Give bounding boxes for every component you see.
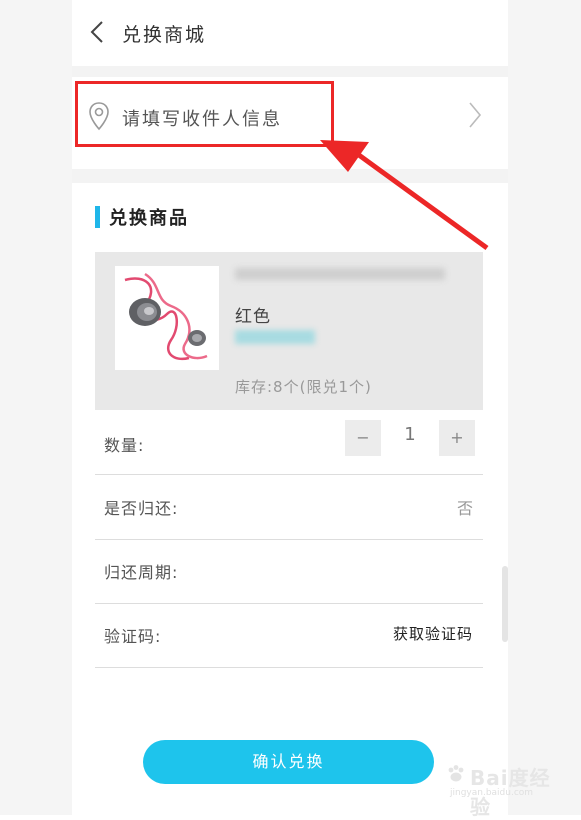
section-title: 兑换商品 [109,208,189,229]
quantity-value: 1 [404,424,416,445]
address-placeholder: 请填写收件人信息 [122,109,282,130]
return-period-row[interactable]: 归还周期: [95,539,483,604]
product-image [115,266,219,370]
return-period-label: 归还周期: [104,563,179,582]
scrollbar[interactable] [502,566,508,642]
product-card: 红色 库存:8个(限兑1个) [95,252,483,410]
verification-code-row: 验证码: 获取验证码 [95,603,483,668]
chevron-left-icon[interactable] [88,20,108,44]
right-margin [508,0,581,815]
watermark: Bai度经验 jingyan.baidu.com [446,762,556,819]
product-color: 红色 [235,307,271,327]
return-row: 是否归还: 否 [95,475,483,540]
section-title-bar [95,206,100,228]
get-code-button[interactable]: 获取验证码 [393,623,473,644]
paw-icon [448,765,464,782]
return-label: 是否归还: [104,499,179,518]
left-margin [0,0,72,815]
exchange-page: 兑换商城 请填写收件人信息 兑换商品 红色 库存:8个(限兑1个) 数量: − … [72,0,508,815]
quantity-label: 数量: [104,436,145,455]
divider [72,66,508,77]
verification-code-label: 验证码: [104,627,162,646]
blurred-product-name [235,268,445,280]
page-title: 兑换商城 [122,24,207,46]
confirm-exchange-button[interactable]: 确认兑换 [143,740,434,784]
quantity-minus-button[interactable]: − [345,420,381,456]
product-stock: 库存:8个(限兑1个) [235,378,372,396]
blurred-points [235,330,315,344]
quantity-row: 数量: − 1 + [95,410,483,475]
location-pin-icon [89,102,109,131]
recipient-address-row[interactable]: 请填写收件人信息 [72,77,508,169]
return-value: 否 [456,499,473,518]
quantity-plus-button[interactable]: + [439,420,475,456]
chevron-right-icon [469,102,482,128]
watermark-url: jingyan.baidu.com [450,788,534,798]
divider [72,169,508,183]
header: 兑换商城 [72,0,508,66]
